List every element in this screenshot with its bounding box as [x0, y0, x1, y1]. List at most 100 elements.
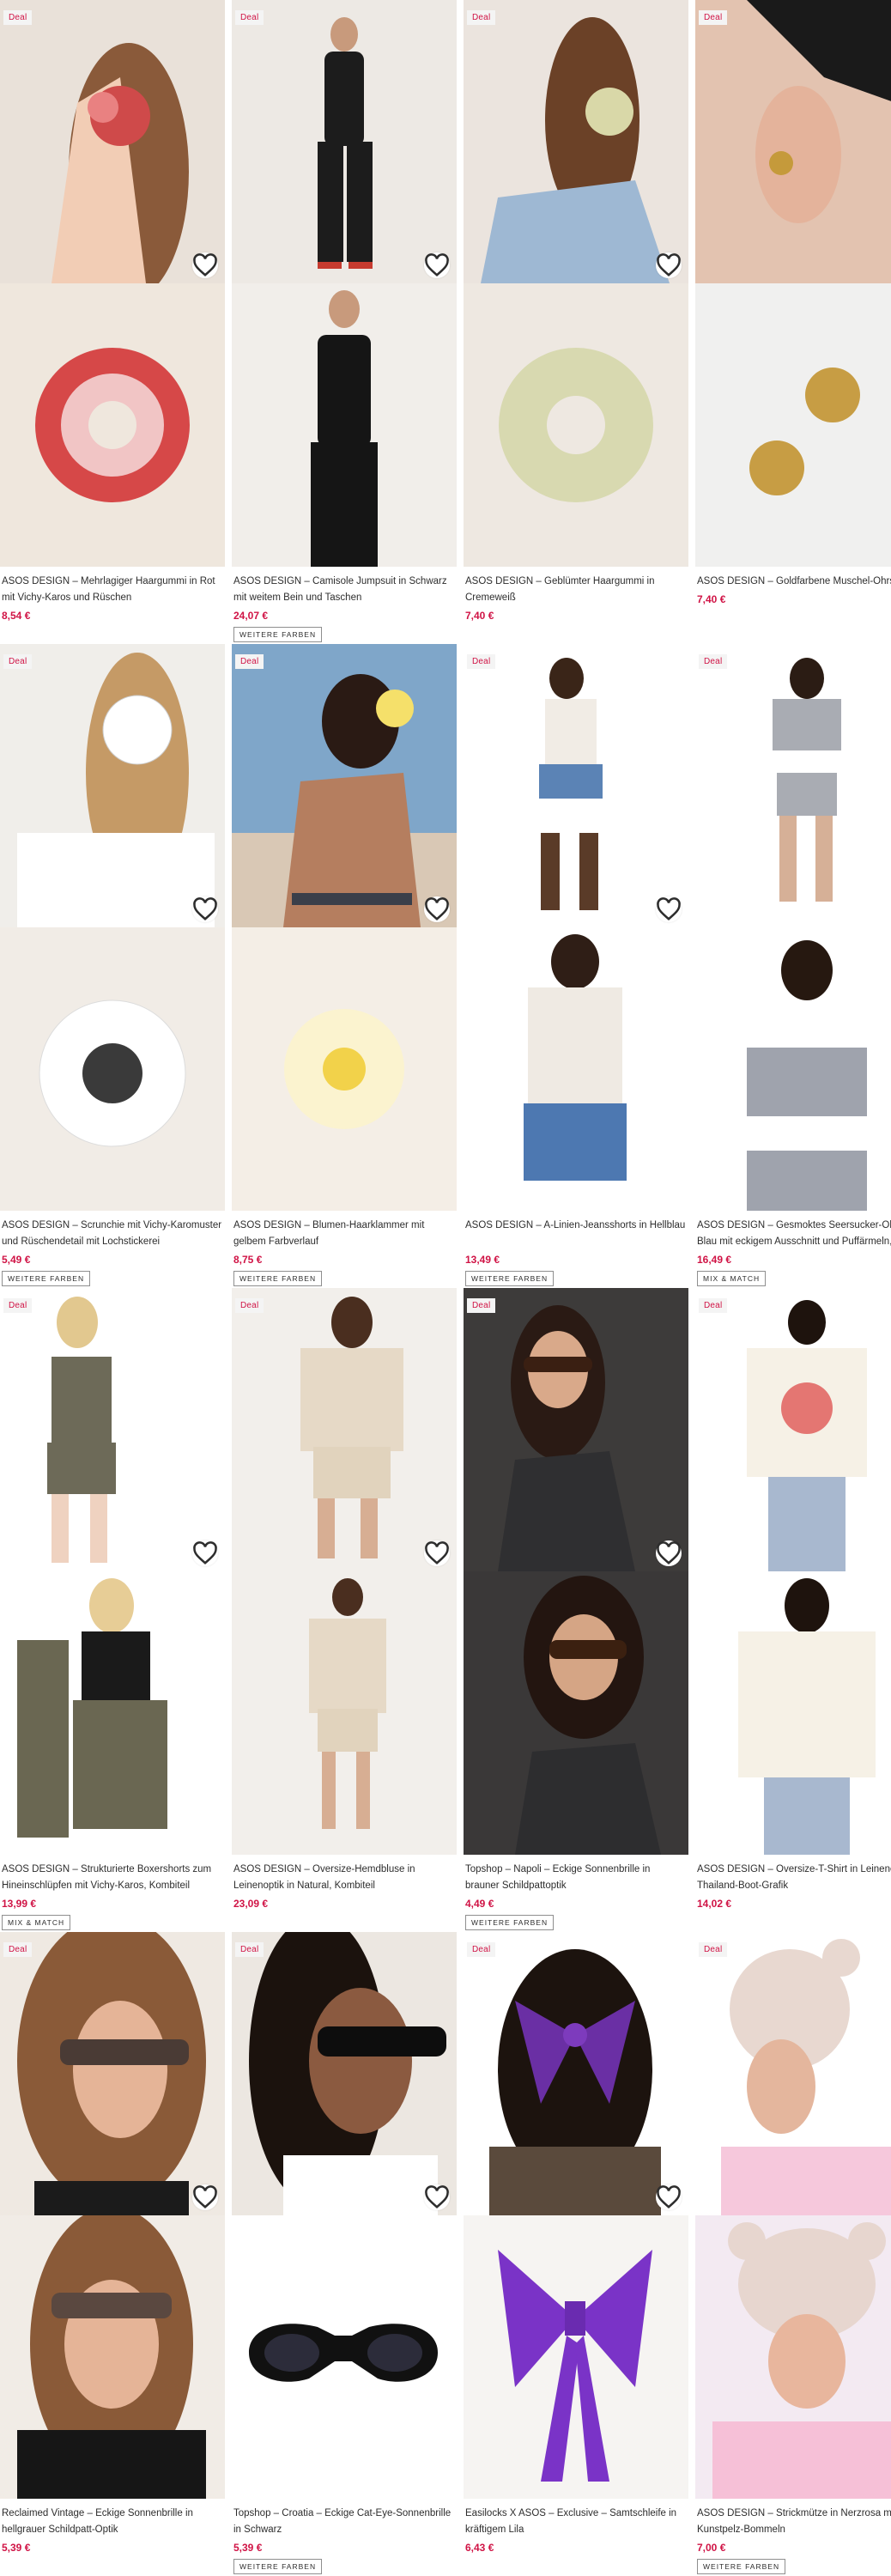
product-image-detail[interactable] [232, 283, 457, 567]
product-price: 7,40 € [465, 610, 494, 622]
product-image-detail[interactable] [464, 1571, 688, 1855]
product-title[interactable]: ASOS DESIGN – A-Linien-Jeansshorts in He… [465, 1218, 687, 1250]
mix-match-tag: MIX & MATCH [2, 1915, 71, 1930]
product-card[interactable]: Deal ASOS DESIGN – Strukturierte Boxersh… [0, 1288, 225, 1932]
wishlist-button[interactable] [424, 1540, 450, 1566]
deal-badge: Deal [235, 10, 264, 25]
wishlist-button[interactable] [424, 252, 450, 278]
deal-badge: Deal [467, 10, 496, 25]
wishlist-button[interactable] [192, 896, 218, 922]
heart-icon [425, 897, 449, 920]
deal-badge: Deal [3, 1942, 33, 1957]
heart-icon [425, 2185, 449, 2208]
product-image-model[interactable]: Deal [695, 0, 891, 283]
product-price: 4,49 € [465, 1898, 494, 1910]
product-image-model[interactable]: Deal [464, 0, 688, 283]
product-card[interactable]: Deal ASOS DESIGN – Gesmoktes Seersucker-… [695, 644, 891, 1288]
product-image-model[interactable]: Deal [695, 1288, 891, 1571]
deal-badge: Deal [235, 654, 264, 669]
product-image-model[interactable]: Deal [0, 0, 225, 283]
product-card[interactable]: Deal ASOS DESIGN – Scrunchie mit Vichy-K… [0, 644, 225, 1288]
product-title[interactable]: ASOS DESIGN – Scrunchie mit Vichy-Karomu… [2, 1218, 223, 1250]
product-price: 5,39 € [233, 2542, 263, 2554]
product-image-model[interactable]: Deal [0, 644, 225, 927]
product-title[interactable]: ASOS DESIGN – Oversize-Hemdbluse in Lein… [233, 1862, 455, 1894]
product-title[interactable]: ASOS DESIGN – Strickmütze in Nerzrosa mi… [697, 2506, 891, 2538]
product-image-model[interactable]: Deal [464, 1932, 688, 2215]
product-image-detail[interactable] [464, 927, 688, 1211]
product-image-detail[interactable] [464, 2215, 688, 2499]
product-image-model[interactable]: Deal [232, 1288, 457, 1571]
product-image-detail[interactable] [232, 927, 457, 1211]
product-image-model[interactable]: Deal [232, 644, 457, 927]
product-card[interactable]: Deal ASOS DESIGN – Oversize-T-Shirt in L… [695, 1288, 891, 1932]
product-title[interactable]: ASOS DESIGN – Goldfarbene Muschel-Ohrste [697, 574, 891, 590]
wishlist-button[interactable] [424, 896, 450, 922]
wishlist-button[interactable] [656, 252, 682, 278]
product-card[interactable]: Deal ASOS DESIGN – Oversize-Hemdbluse in… [232, 1288, 457, 1932]
deal-badge: Deal [699, 1298, 728, 1313]
product-card[interactable]: Deal ASOS DESIGN – A-Linien-Jeansshorts … [464, 644, 688, 1288]
product-image-detail[interactable] [695, 1571, 891, 1855]
more-colours-tag: WEITERE FARBEN [233, 2559, 323, 2574]
wishlist-button[interactable] [656, 1540, 682, 1566]
product-card[interactable]: Deal Topshop – Napoli – Eckige Sonnenbri… [464, 1288, 688, 1932]
product-card[interactable]: Deal Easilocks X ASOS – Exclusive – Samt… [464, 1932, 688, 2576]
product-title[interactable]: ASOS DESIGN – Mehrlagiger Haargummi in R… [2, 574, 223, 606]
product-title[interactable]: Easilocks X ASOS – Exclusive – Samtschle… [465, 2506, 687, 2538]
product-card[interactable]: Deal ASOS DESIGN – Camisole Jumpsuit in … [232, 0, 457, 644]
product-title[interactable]: Reclaimed Vintage – Eckige Sonnenbrille … [2, 2506, 223, 2538]
deal-badge: Deal [699, 654, 728, 669]
product-image-detail[interactable] [695, 927, 891, 1211]
product-image-detail[interactable] [0, 283, 225, 567]
product-image-detail[interactable] [232, 1571, 457, 1855]
product-price: 7,40 € [697, 593, 726, 605]
more-colours-tag: WEITERE FARBEN [465, 1915, 555, 1930]
product-title[interactable]: ASOS DESIGN – Blumen-Haarklammer mit gel… [233, 1218, 455, 1250]
wishlist-button[interactable] [656, 2184, 682, 2210]
product-image-detail[interactable] [232, 2215, 457, 2499]
product-image-model[interactable]: Deal [695, 644, 891, 927]
wishlist-button[interactable] [656, 896, 682, 922]
product-title[interactable]: ASOS DESIGN – Strukturierte Boxershorts … [2, 1862, 223, 1894]
product-image-detail[interactable] [464, 283, 688, 567]
product-image-model[interactable]: Deal [232, 0, 457, 283]
product-price: 23,09 € [233, 1898, 269, 1910]
product-image-detail[interactable] [695, 283, 891, 567]
deal-badge: Deal [699, 1942, 728, 1957]
product-card[interactable]: Deal ASOS DESIGN – Mehrlagiger Haargummi… [0, 0, 225, 644]
more-colours-tag: WEITERE FARBEN [2, 1271, 91, 1286]
wishlist-button[interactable] [192, 252, 218, 278]
product-image-model[interactable]: Deal [464, 644, 688, 927]
product-card[interactable]: Deal ASOS DESIGN – Strickmütze in Nerzro… [695, 1932, 891, 2576]
wishlist-button[interactable] [424, 2184, 450, 2210]
product-title[interactable]: ASOS DESIGN – Geblümter Haargummi in Cre… [465, 574, 687, 606]
heart-icon [657, 253, 681, 276]
product-title[interactable]: ASOS DESIGN – Oversize-T-Shirt in Leinen… [697, 1862, 891, 1894]
product-image-model[interactable]: Deal [232, 1932, 457, 2215]
more-colours-tag: WEITERE FARBEN [233, 627, 323, 642]
product-image-detail[interactable] [0, 927, 225, 1211]
product-title[interactable]: Topshop – Napoli – Eckige Sonnenbrille i… [465, 1862, 687, 1894]
product-image-detail[interactable] [0, 1571, 225, 1855]
product-card[interactable]: Deal Topshop – Croatia – Eckige Cat-Eye-… [232, 1932, 457, 2576]
wishlist-button[interactable] [192, 1540, 218, 1566]
wishlist-button[interactable] [192, 2184, 218, 2210]
heart-icon [657, 897, 681, 920]
product-card[interactable]: Deal ASOS DESIGN – Goldfarbene Muschel-O… [695, 0, 891, 644]
product-image-model[interactable]: Deal [695, 1932, 891, 2215]
product-card[interactable]: Deal ASOS DESIGN – Geblümter Haargummi i… [464, 0, 688, 644]
product-image-model[interactable]: Deal [0, 1932, 225, 2215]
product-price: 7,00 € [697, 2542, 726, 2554]
product-image-model[interactable]: Deal [0, 1288, 225, 1571]
product-image-detail[interactable] [0, 2215, 225, 2499]
product-card[interactable]: Deal ASOS DESIGN – Blumen-Haarklammer mi… [232, 644, 457, 1288]
product-title[interactable]: ASOS DESIGN – Camisole Jumpsuit in Schwa… [233, 574, 455, 606]
product-image-model[interactable]: Deal [464, 1288, 688, 1571]
product-title[interactable]: ASOS DESIGN – Gesmoktes Seersucker-Ober … [697, 1218, 891, 1250]
product-card[interactable]: Deal Reclaimed Vintage – Eckige Sonnenbr… [0, 1932, 225, 2576]
heart-icon [193, 897, 217, 920]
product-image-detail[interactable] [695, 2215, 891, 2499]
heart-icon [425, 253, 449, 276]
product-title[interactable]: Topshop – Croatia – Eckige Cat-Eye-Sonne… [233, 2506, 455, 2538]
